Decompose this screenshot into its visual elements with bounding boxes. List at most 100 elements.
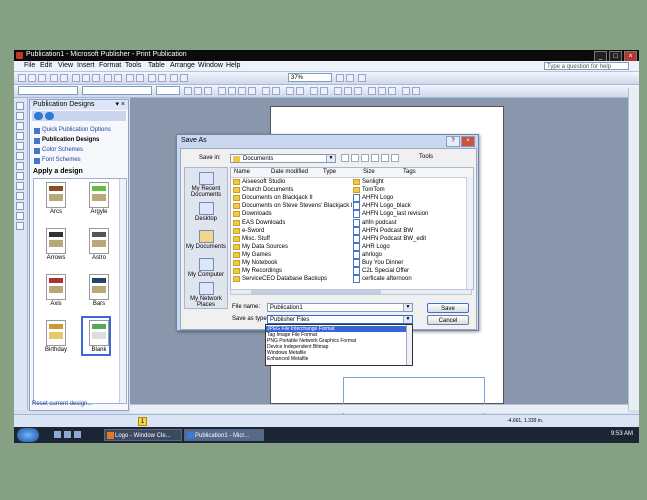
design-thumb-astro[interactable] xyxy=(89,228,109,254)
design-thumb-arcs[interactable] xyxy=(46,182,66,208)
save-in-select[interactable]: Documents ▼ xyxy=(230,154,336,163)
folder-row[interactable]: TomTom xyxy=(353,186,385,194)
save-icon[interactable] xyxy=(38,74,46,82)
folder-row[interactable]: e-Sword xyxy=(233,227,264,235)
folder-row[interactable]: ServiceCEO Database Backups xyxy=(233,275,327,283)
zoom-out-icon[interactable] xyxy=(336,74,344,82)
line-icon[interactable] xyxy=(16,162,24,170)
folder-row[interactable]: EAS Downloads xyxy=(233,219,285,227)
menu-help[interactable]: Help xyxy=(226,62,240,69)
bullets-icon[interactable] xyxy=(272,87,280,95)
font-select[interactable] xyxy=(82,86,152,95)
up-folder-icon[interactable] xyxy=(351,154,359,162)
help-icon[interactable] xyxy=(358,74,366,82)
hyperlink-icon[interactable] xyxy=(158,74,166,82)
vertical-scrollbar[interactable] xyxy=(628,88,639,410)
file-row[interactable]: ahrlogo xyxy=(353,250,382,259)
menu-arrange[interactable]: Arrange xyxy=(170,62,195,69)
place-desktop[interactable]: Desktop xyxy=(185,202,227,222)
line-style-icon[interactable] xyxy=(368,87,376,95)
file-row[interactable]: ahfn podcast xyxy=(353,218,396,227)
increase-indent-icon[interactable] xyxy=(296,87,304,95)
folder-row[interactable]: My Games xyxy=(233,251,271,259)
font-size-up-icon[interactable] xyxy=(310,87,318,95)
folder-row[interactable]: My Recordings xyxy=(233,267,282,275)
select-icon[interactable] xyxy=(16,102,24,110)
taskbar-button-publication[interactable]: Publication1 - Micr... xyxy=(184,429,264,441)
style-select[interactable] xyxy=(18,86,78,95)
col-date-modified[interactable]: Date modified xyxy=(271,168,308,177)
col-size[interactable]: Size xyxy=(363,168,375,177)
hot-spot-icon[interactable] xyxy=(16,212,24,220)
decrease-indent-icon[interactable] xyxy=(286,87,294,95)
reset-design-link[interactable]: Reset current design... xyxy=(32,401,92,407)
switch-windows-icon[interactable] xyxy=(64,431,71,438)
folder-row[interactable]: My Notebook xyxy=(233,259,277,267)
rotate-left-icon[interactable] xyxy=(170,74,178,82)
back-icon[interactable] xyxy=(341,154,349,162)
fill-color-icon[interactable] xyxy=(334,87,342,95)
design-thumb-arrows[interactable] xyxy=(46,228,66,254)
arrow-style-icon[interactable] xyxy=(388,87,396,95)
cancel-button[interactable]: Cancel xyxy=(427,315,469,325)
menu-edit[interactable]: Edit xyxy=(40,62,52,69)
dialog-help-button[interactable]: ? xyxy=(446,136,460,147)
type-option[interactable]: Enhanced Metafile xyxy=(266,356,407,362)
numbering-icon[interactable] xyxy=(262,87,270,95)
line-color-icon[interactable] xyxy=(344,87,352,95)
align-left-icon[interactable] xyxy=(218,87,226,95)
tools-menu[interactable]: Tools xyxy=(419,154,433,160)
design-gallery-icon[interactable] xyxy=(16,222,24,230)
font-size-select[interactable] xyxy=(156,86,180,95)
print-preview-icon[interactable] xyxy=(60,74,68,82)
autoshapes-icon[interactable] xyxy=(16,202,24,210)
menu-insert[interactable]: Insert xyxy=(77,62,95,69)
italic-icon[interactable] xyxy=(194,87,202,95)
link-quick-publication-options[interactable]: Quick Publication Options xyxy=(42,127,111,133)
zoom-in-icon[interactable] xyxy=(346,74,354,82)
columns-icon[interactable] xyxy=(148,74,156,82)
start-button[interactable] xyxy=(17,428,39,442)
menu-view[interactable]: View xyxy=(58,62,73,69)
quick-launch-icon[interactable] xyxy=(74,431,81,438)
new-icon[interactable] xyxy=(18,74,26,82)
horizontal-scrollbar[interactable] xyxy=(130,404,628,413)
folder-row[interactable]: Aiseesoft Studio xyxy=(233,178,285,186)
align-center-icon[interactable] xyxy=(228,87,236,95)
file-row[interactable]: C2L Special Offer xyxy=(353,267,409,276)
link-publication-designs[interactable]: Publication Designs xyxy=(42,137,99,143)
shadow-icon[interactable] xyxy=(402,87,410,95)
justify-icon[interactable] xyxy=(248,87,256,95)
save-type-select[interactable]: Publisher Files ▼ xyxy=(267,315,413,324)
table-icon[interactable] xyxy=(16,122,24,130)
underline-icon[interactable] xyxy=(204,87,212,95)
back-icon[interactable] xyxy=(34,112,43,120)
folder-row[interactable]: Documents on Steve Stevens' Blackjack II xyxy=(233,202,354,210)
file-row[interactable]: AHFN Logo_black xyxy=(353,202,411,211)
zoom-select[interactable]: 37% xyxy=(288,73,332,82)
design-thumb-argyle[interactable] xyxy=(89,182,109,208)
arrow-icon[interactable] xyxy=(16,172,24,180)
file-row[interactable]: cerficate afternoon xyxy=(353,275,412,284)
bring-front-icon[interactable] xyxy=(126,74,134,82)
file-row[interactable]: AHFN Logo_last revision xyxy=(353,210,428,219)
folder-row[interactable]: Documents on Blackjack II xyxy=(233,194,313,202)
task-pane-close-icon[interactable]: ▾ × xyxy=(115,100,125,108)
folder-row[interactable]: Senlight xyxy=(353,178,384,186)
open-icon[interactable] xyxy=(28,74,36,82)
picture-icon[interactable] xyxy=(16,142,24,150)
gallery-scrollbar[interactable] xyxy=(119,179,126,403)
place-network[interactable]: My Network Places xyxy=(185,282,227,308)
place-my-documents[interactable]: My Documents xyxy=(185,230,227,250)
col-tags[interactable]: Tags xyxy=(403,168,416,177)
dialog-close-button[interactable]: × xyxy=(461,136,475,147)
file-row[interactable]: AHFN Podcast BW_edit xyxy=(353,234,426,243)
taskbar-button-logo[interactable]: Logo - Window Cle... xyxy=(104,429,182,441)
file-row[interactable]: AHFN Podcast BW xyxy=(353,226,413,235)
align-right-icon[interactable] xyxy=(238,87,246,95)
file-name-input[interactable]: Publication1 ▼ xyxy=(267,303,413,312)
paste-icon[interactable] xyxy=(92,74,100,82)
cut-icon[interactable] xyxy=(72,74,80,82)
design-thumb-bars[interactable] xyxy=(89,274,109,300)
views-icon[interactable] xyxy=(391,154,399,162)
